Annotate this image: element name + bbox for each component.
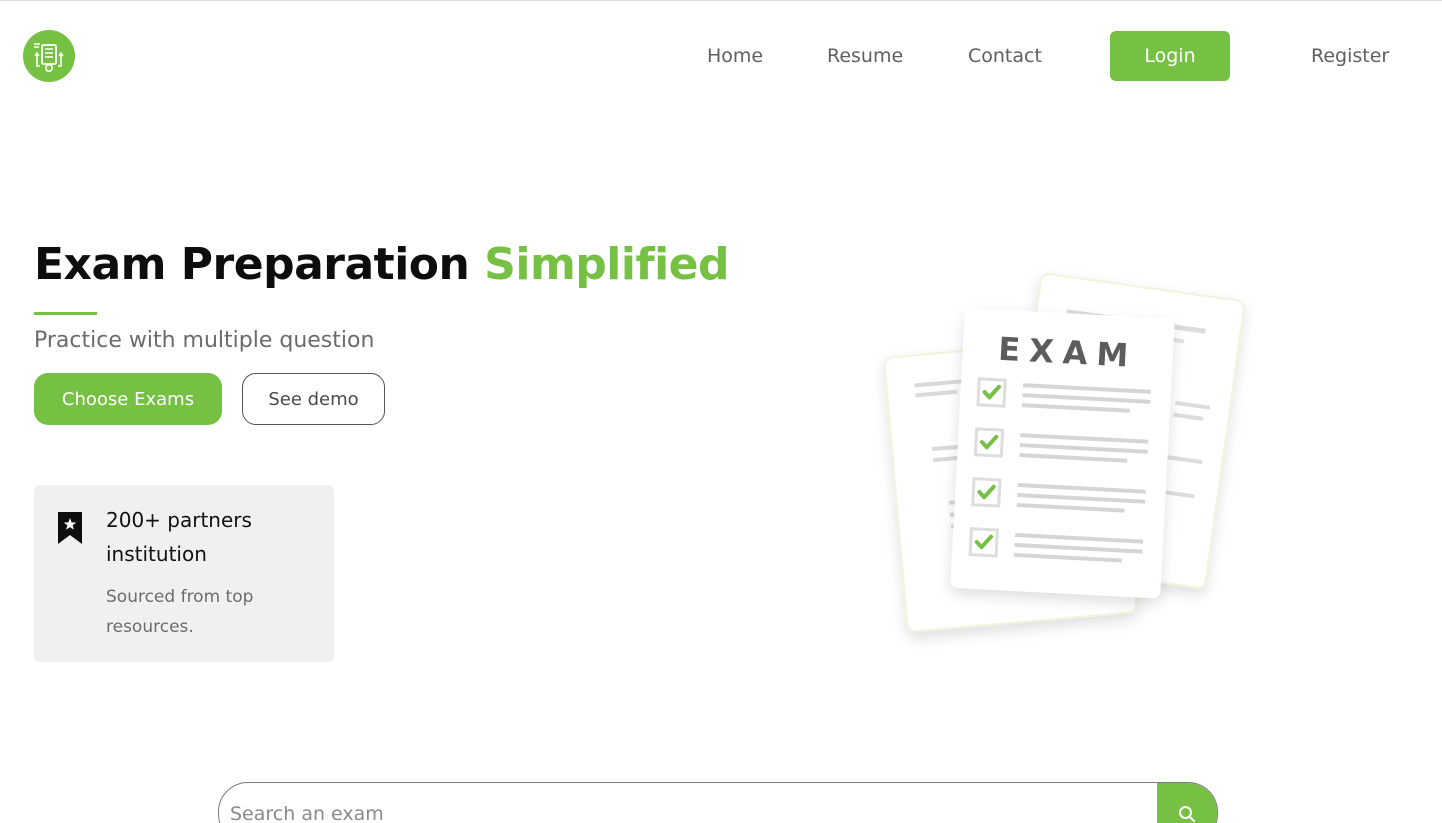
page: Home Resume Contact Login Register Exam … (0, 0, 1442, 823)
exam-illustration: EXAM (870, 263, 1270, 653)
card-description: Sourced from top resources. (106, 587, 254, 637)
illustration-heading: EXAM (997, 330, 1138, 375)
register-link[interactable]: Register (1311, 31, 1389, 81)
choose-exams-button[interactable]: Choose Exams (34, 373, 222, 425)
search-button[interactable] (1157, 783, 1217, 823)
search-icon (1178, 805, 1196, 823)
nav-resume-link[interactable]: Resume (827, 31, 903, 81)
hero-title: Exam Preparation Simplified (34, 239, 730, 290)
search-input[interactable] (230, 797, 1130, 823)
hero-subtitle: Practice with multiple question (34, 328, 375, 353)
card-title: 200+ partners institution (106, 508, 252, 566)
hero-title-accent: Simplified (484, 239, 730, 290)
nav-contact-link[interactable]: Contact (968, 31, 1042, 81)
title-underline (34, 312, 97, 315)
bookmark-star-icon (57, 511, 83, 549)
nav-home-link[interactable]: Home (707, 31, 763, 81)
partners-card: 200+ partners institution Sourced from t… (34, 485, 334, 662)
see-demo-button[interactable]: See demo (242, 373, 385, 425)
exam-search-bar (218, 782, 1218, 823)
login-button[interactable]: Login (1110, 31, 1230, 81)
main-nav: Home Resume Contact Login Register (0, 31, 1442, 83)
hero-title-main: Exam Preparation (34, 239, 470, 290)
